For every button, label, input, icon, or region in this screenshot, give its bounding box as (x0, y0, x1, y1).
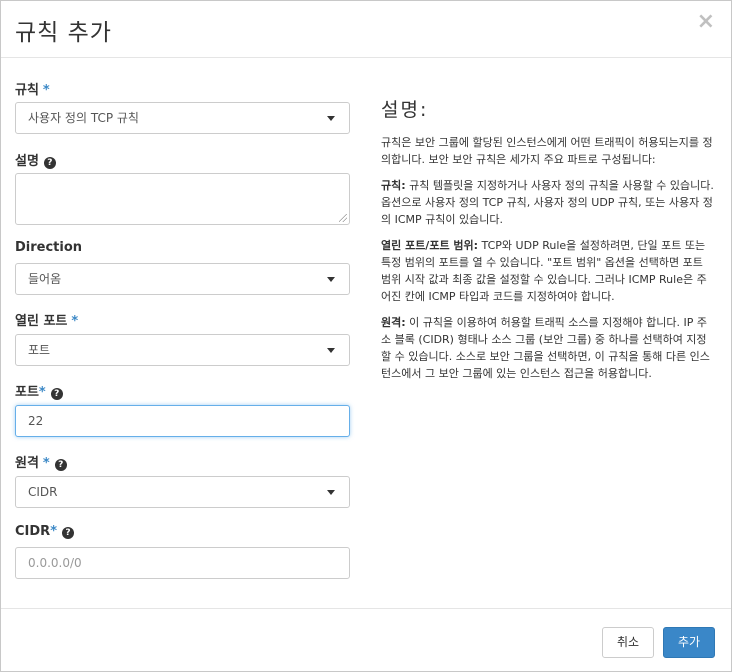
open-port-select-value: 포트 (28, 343, 51, 357)
direction-select[interactable]: 들어옴 (15, 263, 350, 295)
rule-label: 규칙 * (15, 83, 50, 98)
description-textarea[interactable] (15, 173, 350, 225)
remote-select-value: CIDR (28, 485, 58, 499)
help-panel: 설명: 규칙은 보안 그룹에 할당된 인스턴스에게 어떤 트래픽이 허용되는지를… (381, 95, 716, 391)
caret-down-icon (327, 277, 335, 282)
cidr-label: CIDR*? (15, 524, 74, 539)
help-rule-paragraph: 규칙: 규칙 템플릿을 지정하거나 사용자 정의 규칙을 사용할 수 있습니다.… (381, 179, 714, 226)
help-port-paragraph: 열린 포트/포트 범위: TCP와 UDP Rule을 설정하려면, 단일 포트… (381, 239, 707, 303)
help-intro: 규칙은 보안 그룹에 할당된 인스턴스에게 어떤 트래픽이 허용되는지를 정의합… (381, 136, 713, 166)
rule-select-value: 사용자 정의 TCP 규칙 (28, 111, 139, 125)
port-input-value: 22 (28, 414, 44, 428)
port-label: 포트*? (15, 381, 63, 400)
dialog-title: 규칙 추가 (15, 20, 112, 46)
caret-down-icon (327, 348, 335, 353)
description-label: 설명? (15, 150, 56, 169)
rule-select[interactable]: 사용자 정의 TCP 규칙 (15, 102, 350, 134)
help-port-term: 열린 포트/포트 범위: (381, 239, 479, 252)
caret-down-icon (327, 116, 335, 121)
remote-label: 원격 *? (15, 452, 67, 471)
required-mark: * (42, 83, 50, 98)
cancel-button[interactable]: 취소 (602, 627, 654, 658)
add-button[interactable]: 추가 (663, 627, 715, 658)
required-mark: * (50, 524, 57, 539)
cidr-input[interactable]: 0.0.0.0/0 (15, 547, 350, 579)
direction-select-value: 들어옴 (28, 272, 62, 286)
help-remote-paragraph: 원격: 이 규칙을 이용하여 허용할 트래픽 소스를 지정해야 합니다. IP … (381, 316, 710, 380)
dialog-footer: 취소 추가 (1, 608, 731, 672)
dialog-header: 규칙 추가 × (1, 1, 731, 58)
add-rule-dialog: 규칙 추가 × 규칙 * 사용자 정의 TCP 규칙 설명? Direction … (0, 0, 732, 672)
direction-label: Direction (15, 240, 83, 255)
required-mark: * (71, 314, 79, 329)
help-rule-term: 규칙: (381, 179, 406, 192)
help-icon[interactable]: ? (50, 388, 63, 400)
port-input[interactable]: 22 (15, 405, 350, 437)
open-port-select[interactable]: 포트 (15, 334, 350, 366)
remote-select[interactable]: CIDR (15, 476, 350, 508)
required-mark: * (42, 456, 50, 471)
open-port-label: 열린 포트 * (15, 314, 79, 329)
help-icon[interactable]: ? (54, 459, 67, 471)
cidr-input-placeholder: 0.0.0.0/0 (28, 556, 82, 570)
help-panel-title: 설명: (381, 99, 429, 121)
caret-down-icon (327, 490, 335, 495)
help-remote-term: 원격: (381, 316, 406, 329)
help-icon[interactable]: ? (43, 157, 56, 169)
resize-handle-icon[interactable] (339, 214, 347, 222)
help-icon[interactable]: ? (62, 527, 74, 539)
required-mark: * (38, 385, 46, 400)
close-icon[interactable]: × (697, 9, 715, 34)
